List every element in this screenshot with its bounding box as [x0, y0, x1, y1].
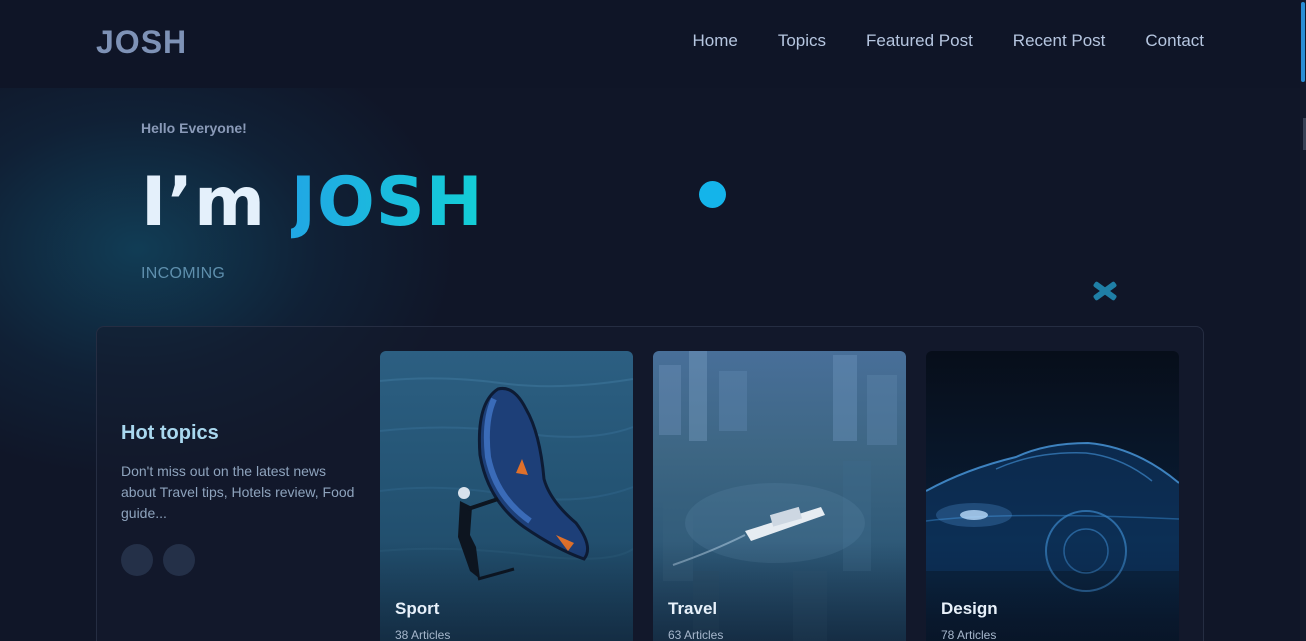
card-article-count: 38 Articles [395, 628, 451, 641]
card-shade [653, 541, 906, 641]
card-shade [926, 541, 1179, 641]
hot-topics-panel: Hot topics Don't miss out on the latest … [96, 326, 1204, 641]
topic-card-sport[interactable]: Sport 38 Articles [380, 351, 633, 641]
topic-card-travel[interactable]: Travel 63 Articles [653, 351, 906, 641]
hero-title-prefix: I’m [141, 163, 266, 242]
nav-home[interactable]: Home [692, 31, 737, 51]
card-article-count: 63 Articles [668, 628, 724, 641]
decor-dot [699, 181, 726, 208]
hero-title-name: JOSH [290, 163, 484, 242]
hero-tagline: INCOMING [141, 265, 226, 282]
decor-cross-icon [1090, 276, 1120, 306]
carousel-next-button[interactable] [163, 544, 195, 576]
carousel-prev-button[interactable] [121, 544, 153, 576]
card-article-count: 78 Articles [941, 628, 997, 641]
nav-recent-post[interactable]: Recent Post [1013, 31, 1106, 51]
main-nav: Home Topics Featured Post Recent Post Co… [692, 31, 1204, 51]
card-shade [380, 541, 633, 641]
nav-contact[interactable]: Contact [1145, 31, 1204, 51]
hero-greeting: Hello Everyone! [141, 120, 247, 136]
hero-title: I’m JOSH [141, 164, 484, 242]
scrollbar[interactable] [1300, 0, 1306, 641]
nav-featured-post[interactable]: Featured Post [866, 31, 973, 51]
nav-topics[interactable]: Topics [778, 31, 826, 51]
card-title: Sport [395, 599, 440, 618]
topic-card-design[interactable]: Design 78 Articles [926, 351, 1179, 641]
site-header: JOSH Home Topics Featured Post Recent Po… [0, 0, 1300, 88]
scrollbar-thumb[interactable] [1301, 2, 1305, 82]
hot-topics-description: Don't miss out on the latest news about … [121, 463, 355, 521]
card-title: Design [941, 599, 998, 618]
card-title: Travel [668, 599, 718, 618]
site-logo[interactable]: JOSH [96, 24, 187, 61]
hot-topics-title: Hot topics [121, 422, 219, 444]
